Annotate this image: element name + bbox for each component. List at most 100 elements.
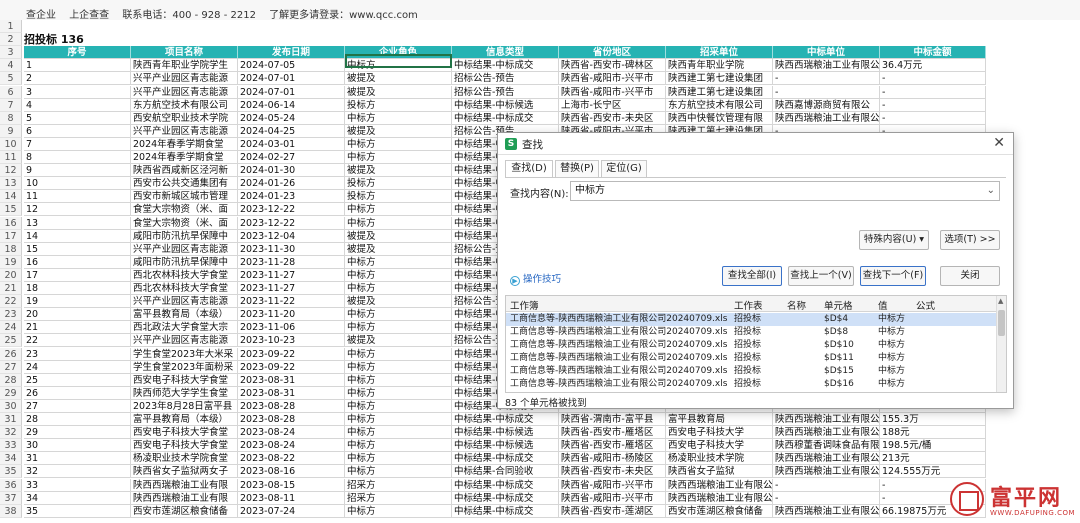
table-cell[interactable]: 兴平产业园区青志能源 <box>131 124 238 138</box>
find-previous-button[interactable]: 查找上一个(V) <box>788 266 854 286</box>
column-header[interactable]: 发布日期 <box>238 46 345 60</box>
table-cell[interactable]: 招标公告-预告 <box>452 72 559 86</box>
row-number[interactable]: 38 <box>0 504 22 518</box>
row-number[interactable]: 33 <box>0 439 22 453</box>
table-cell[interactable]: 西北政法大学食堂大宗 <box>131 321 238 335</box>
table-cell[interactable]: 陕西建工第七建设集团 <box>666 85 773 99</box>
table-cell[interactable]: 中标方 <box>345 111 452 125</box>
column-header[interactable]: 信息类型 <box>452 46 559 60</box>
table-cell[interactable]: 食堂大宗物资（米、面 <box>131 203 238 217</box>
sheet-row[interactable]: 2 招投标 136 <box>0 33 1080 47</box>
table-cell[interactable]: 学生食堂2023年大米采 <box>131 347 238 361</box>
table-cell[interactable]: 中标结果-中标成交 <box>452 504 559 518</box>
table-cell[interactable]: 2023-10-23 <box>238 334 345 348</box>
row-number[interactable]: 20 <box>0 268 22 282</box>
table-cell[interactable]: 投标方 <box>345 177 452 191</box>
table-cell[interactable]: 投标方 <box>345 98 452 112</box>
table-cell[interactable]: 16 <box>24 255 131 269</box>
table-cell[interactable]: 中标方 <box>345 373 452 387</box>
table-cell[interactable]: 陕西省-西安市-碑林区 <box>559 59 666 73</box>
sheet-row[interactable]: 7 4 东方航空技术有限公司 2024-06-14 投标方 中标结果-中标候选 上海市-长宁… <box>0 98 1080 112</box>
table-cell[interactable]: 西北农林科技大学食堂 <box>131 268 238 282</box>
row-number[interactable]: 3 <box>0 46 22 60</box>
table-cell[interactable]: 中标方 <box>345 504 452 518</box>
row-number[interactable]: 36 <box>0 478 22 492</box>
table-cell[interactable]: 富平县教育局（本级） <box>131 308 238 322</box>
find-all-button[interactable]: 查找全部(I) <box>722 266 782 286</box>
table-cell[interactable]: 中标方 <box>345 308 452 322</box>
table-cell[interactable]: 2023-11-28 <box>238 255 345 269</box>
table-cell[interactable]: 中标方 <box>345 137 452 151</box>
table-cell[interactable]: 陕西省-咸阳市-兴平市 <box>559 72 666 86</box>
find-content-input[interactable]: 中标方 ⌄ <box>570 181 1000 201</box>
table-cell[interactable]: 陕西西瑞粮油工业有限公 <box>666 478 773 492</box>
col-value[interactable]: 值 <box>878 298 888 312</box>
col-formula[interactable]: 公式 <box>916 298 935 312</box>
table-cell[interactable]: 2024-05-24 <box>238 111 345 125</box>
result-row[interactable]: 工商信息等-陕西西瑞粮油工业有限公司20240709.xls 招投标 $D$4 中标方 <box>506 313 998 326</box>
find-next-button[interactable]: 查找下一个(F) <box>860 266 926 286</box>
table-cell[interactable]: 2023-11-20 <box>238 308 345 322</box>
table-cell[interactable]: 13 <box>24 216 131 230</box>
table-cell[interactable]: 中标结果-中标候选 <box>452 439 559 453</box>
table-cell[interactable]: 7 <box>24 137 131 151</box>
table-cell[interactable]: 12 <box>24 203 131 217</box>
sheet-row[interactable]: 35 32 陕西省女子监狱两女子 2023-08-16 中标方 中标结果-合同验收 陕西省-… <box>0 465 1080 479</box>
table-cell[interactable]: 西安电子科技大学 <box>666 439 773 453</box>
table-cell[interactable]: 2023-09-22 <box>238 360 345 374</box>
table-cell[interactable]: 咸阳市防汛抗旱保障中 <box>131 229 238 243</box>
table-cell[interactable]: 陕西青年职业学院学生 <box>131 59 238 73</box>
table-cell[interactable]: 25 <box>24 373 131 387</box>
chevron-down-icon[interactable]: ⌄ <box>987 182 995 200</box>
table-cell[interactable]: 中标方 <box>345 399 452 413</box>
table-cell[interactable]: 22 <box>24 334 131 348</box>
table-cell[interactable]: 34 <box>24 491 131 505</box>
close-icon[interactable]: ✕ <box>993 135 1005 151</box>
table-cell[interactable]: 被提及 <box>345 295 452 309</box>
table-cell[interactable]: 5 <box>24 111 131 125</box>
result-row[interactable]: 工商信息等-陕西西瑞粮油工业有限公司20240709.xls 招投标 $D$10 中标… <box>506 339 998 352</box>
row-number[interactable]: 9 <box>0 124 22 138</box>
table-cell[interactable]: 陕西嘉博源商贸有限公 <box>773 98 880 112</box>
table-cell[interactable]: 被提及 <box>345 229 452 243</box>
table-cell[interactable]: 东方航空技术有限公司 <box>666 98 773 112</box>
table-cell[interactable]: 中标结果-合同验收 <box>452 465 559 479</box>
row-number[interactable]: 10 <box>0 137 22 151</box>
row-number[interactable]: 18 <box>0 242 22 256</box>
col-name[interactable]: 名称 <box>787 298 806 312</box>
table-cell[interactable]: 23 <box>24 347 131 361</box>
table-cell[interactable]: 陕西穆董香调味食品有限 <box>773 439 880 453</box>
table-cell[interactable]: 2023-08-15 <box>238 478 345 492</box>
table-cell[interactable]: 陕西西瑞粮油工业有限公 <box>773 465 880 479</box>
table-cell[interactable]: 35 <box>24 504 131 518</box>
table-cell[interactable]: 2023-08-11 <box>238 491 345 505</box>
table-cell[interactable]: 陕西西瑞粮油工业有限公 <box>773 111 880 125</box>
table-cell[interactable]: 陕西省-咸阳市-兴平市 <box>559 85 666 99</box>
table-cell[interactable]: 10 <box>24 177 131 191</box>
tab-find[interactable]: 查找(D) <box>505 160 553 178</box>
table-cell[interactable]: 中标结果-中标候选 <box>452 98 559 112</box>
table-cell[interactable]: 招采方 <box>345 491 452 505</box>
sheet-row[interactable]: 36 33 陕西西瑞粮油工业有限 2023-08-15 招采方 中标结果-中标成交 陕西省-… <box>0 478 1080 492</box>
table-cell[interactable]: 中标方 <box>345 439 452 453</box>
row-number[interactable]: 35 <box>0 465 22 479</box>
row-number[interactable]: 34 <box>0 452 22 466</box>
sheet-row[interactable]: 38 35 西安市莲湖区粮食储备 2023-07-24 中标方 中标结果-中标成交 陕西省-… <box>0 504 1080 518</box>
table-cell[interactable]: 8 <box>24 151 131 165</box>
table-cell[interactable]: 3 <box>24 85 131 99</box>
table-cell[interactable]: 被提及 <box>345 242 452 256</box>
col-sheet[interactable]: 工作表 <box>734 298 763 312</box>
table-cell[interactable]: 24 <box>24 360 131 374</box>
table-cell[interactable]: 西安电子科技大学食堂 <box>131 426 238 440</box>
result-row[interactable]: 工商信息等-陕西西瑞粮油工业有限公司20240709.xls 招投标 $D$8 中标方 <box>506 326 998 339</box>
table-cell[interactable]: 陕西省-渭南市-富平县 <box>559 413 666 427</box>
find-dialog[interactable]: S 查找 ✕ 查找(D) 替换(P) 定位(G) 查找内容(N): 中标方 ⌄ … <box>497 132 1014 409</box>
table-cell[interactable]: 2024-01-26 <box>238 177 345 191</box>
row-number[interactable]: 8 <box>0 111 22 125</box>
sheet-row[interactable]: 34 31 杨凌职业技术学院食堂 2023-08-22 中标方 中标结果-中标成交 陕西省-… <box>0 452 1080 466</box>
table-cell[interactable]: 中标方 <box>345 216 452 230</box>
table-cell[interactable]: 陕西西瑞粮油工业有限公 <box>666 491 773 505</box>
table-cell[interactable]: 陕西建工第七建设集团 <box>666 72 773 86</box>
table-cell[interactable]: 33 <box>24 478 131 492</box>
column-header[interactable]: 招采单位 <box>666 46 773 60</box>
